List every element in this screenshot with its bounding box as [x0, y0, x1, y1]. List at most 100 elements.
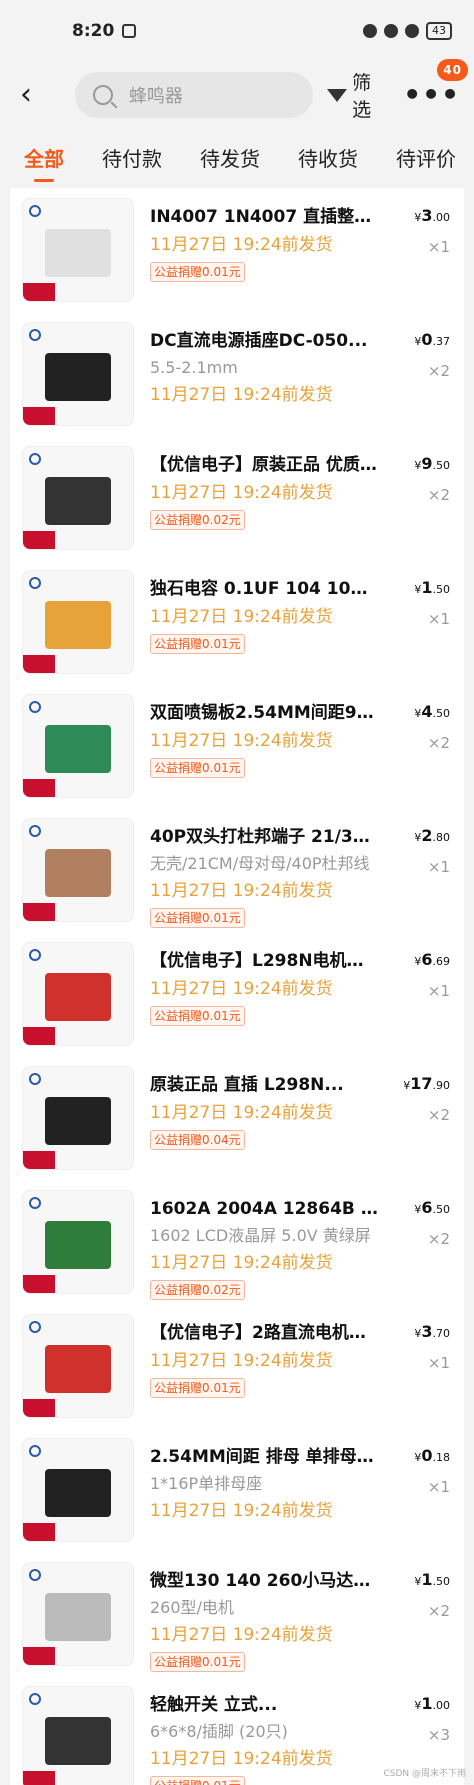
list-item[interactable]: DC直流电源插座DC-050... 5.5-2.1mm 11月27日 19:24前发… — [10, 312, 464, 436]
item-quantity: ×3 — [427, 1726, 450, 1744]
item-ship-time: 11月27日 19:24前发货 — [150, 881, 333, 901]
item-ship-time: 11月27日 19:24前发货 — [150, 1501, 333, 1521]
list-item[interactable]: 原装正品 直插 L298N... 11月27日 19:24前发货 公益捐赠0.04元… — [10, 1056, 464, 1180]
tab-pending-shipment[interactable]: 待发货 — [200, 143, 260, 178]
list-item[interactable]: 微型130 140 260小马达电动... 260型/电机 11月27日 19:24… — [10, 1552, 464, 1676]
item-title[interactable]: 【优信电子】2路直流电机驱动... — [150, 1322, 378, 1344]
product-shape — [45, 601, 111, 649]
donation-badge: 公益捐赠0.01元 — [150, 1652, 245, 1672]
price-decimal: .50 — [432, 459, 451, 472]
item-title[interactable]: 微型130 140 260小马达电动... — [150, 1570, 378, 1592]
list-item[interactable]: 40P双头打杜邦端子 21/30CM... 无壳/21CM/母对母/40P杜邦线 1… — [10, 808, 464, 932]
list-item[interactable]: 【优信电子】L298N电机驱动... 11月27日 19:24前发货 公益捐赠0.0… — [10, 932, 464, 1056]
list-item[interactable]: IN4007 1N4007 直插整流二... 11月27日 19:24前发货公益捐… — [10, 188, 464, 312]
product-image[interactable] — [22, 1686, 134, 1785]
item-info: 40P双头打杜邦端子 21/30CM... 无壳/21CM/母对母/40P杜邦线 1… — [150, 818, 450, 932]
item-ship-time: 11月27日 19:24前发货 — [150, 1103, 333, 1123]
order-item-list: IN4007 1N4007 直插整流二... 11月27日 19:24前发货公益捐… — [10, 188, 464, 1785]
product-image[interactable] — [22, 1438, 134, 1542]
item-quantity: ×1 — [427, 858, 450, 876]
product-image[interactable] — [22, 1066, 134, 1170]
list-item[interactable]: 【优信电子】2路直流电机驱动... 11月27日 19:24前发货 公益捐赠0.01… — [10, 1304, 464, 1428]
filter-label: 筛选 — [352, 72, 372, 121]
price-integer: 6 — [421, 1198, 433, 1217]
tab-pending-receipt[interactable]: 待收货 — [298, 143, 358, 178]
store-tag — [23, 779, 55, 797]
product-image[interactable] — [22, 322, 134, 426]
list-item[interactable]: 双面喷锡板2.54MM间距9*15... 11月27日 19:24前发货公益捐赠0… — [10, 684, 464, 808]
product-image[interactable] — [22, 1562, 134, 1666]
item-title[interactable]: 【优信电子】L298N电机驱动... — [150, 950, 378, 972]
item-info: 【优信电子】2路直流电机驱动... 11月27日 19:24前发货 公益捐赠0.01… — [150, 1314, 450, 1428]
donation-badge: 公益捐赠0.02元 — [150, 510, 245, 530]
item-title[interactable]: 独石电容 0.1UF 104 100NF 5... — [150, 578, 378, 600]
item-title[interactable]: 1602A 2004A 12864B LCD... — [150, 1198, 378, 1220]
list-item[interactable]: 【优信电子】原装正品 优质全... 11月27日 19:24前发货 公益捐赠0.02… — [10, 436, 464, 560]
donation-badge: 公益捐赠0.01元 — [150, 758, 245, 778]
item-ship-time: 11月27日 19:24前发货 — [150, 1625, 333, 1645]
price-decimal: .00 — [432, 211, 451, 224]
store-tag — [23, 903, 55, 921]
tab-pending-payment[interactable]: 待付款 — [102, 143, 162, 178]
price-integer: 3 — [421, 206, 433, 225]
item-title[interactable]: 轻触开关 立式... — [150, 1694, 378, 1716]
item-ship-time: 11月27日 19:24前发货 — [150, 1351, 333, 1371]
price-decimal: .69 — [432, 955, 451, 968]
item-title[interactable]: 双面喷锡板2.54MM间距9*15... — [150, 702, 378, 724]
search-icon — [92, 85, 113, 105]
tab-pending-review[interactable]: 待评价 — [396, 143, 456, 178]
product-shape — [45, 973, 111, 1021]
product-image[interactable] — [22, 818, 134, 922]
item-info: 独石电容 0.1UF 104 100NF 5... 11月27日 19:24前发货… — [150, 570, 450, 684]
item-info: 2.54MM间距 排母 单排母 排针... 1*16P单排母座 11月27日 19:… — [150, 1438, 450, 1552]
price-integer: 1 — [421, 578, 433, 597]
item-ship-time: 11月27日 19:24前发货 — [150, 385, 333, 405]
product-image[interactable] — [22, 446, 134, 550]
list-item[interactable]: 1602A 2004A 12864B LCD... 1602 LCD液晶屏 5.0… — [10, 1180, 464, 1304]
item-title[interactable]: DC直流电源插座DC-050... — [150, 330, 378, 352]
search-input[interactable]: 蜂鸣器 — [74, 72, 314, 118]
product-image[interactable] — [22, 942, 134, 1046]
item-price: ¥17.90 — [403, 1074, 450, 1093]
item-ship-time: 11月27日 19:24前发货 — [150, 731, 333, 751]
filter-button[interactable]: 筛选 — [327, 68, 385, 122]
item-price: ¥1.50 — [414, 1570, 450, 1589]
item-spec: 无壳/21CM/母对母/40P杜邦线 — [150, 854, 370, 873]
price-integer: 3 — [421, 1322, 433, 1341]
item-title[interactable]: IN4007 1N4007 直插整流二... — [150, 206, 378, 228]
item-title[interactable]: 2.54MM间距 排母 单排母 排针... — [150, 1446, 378, 1468]
product-image[interactable] — [22, 198, 134, 302]
item-info: DC直流电源插座DC-050... 5.5-2.1mm 11月27日 19:24前发… — [150, 322, 450, 436]
list-item[interactable]: 独石电容 0.1UF 104 100NF 5... 11月27日 19:24前发货… — [10, 560, 464, 684]
tab-all[interactable]: 全部 — [24, 143, 64, 182]
eye-icon — [363, 24, 377, 38]
price-decimal: .80 — [432, 831, 451, 844]
item-title[interactable]: 40P双头打杜邦端子 21/30CM... — [150, 826, 378, 848]
donation-badge: 公益捐赠0.01元 — [150, 634, 245, 654]
bluetooth-icon — [384, 24, 398, 38]
more-button[interactable]: ••• 40 — [403, 59, 468, 109]
price-decimal: .00 — [432, 1699, 451, 1712]
product-image[interactable] — [22, 570, 134, 674]
price-decimal: .37 — [432, 335, 451, 348]
item-info: IN4007 1N4007 直插整流二... 11月27日 19:24前发货公益捐… — [150, 198, 450, 312]
brand-logo-icon — [29, 701, 41, 713]
item-title[interactable]: 原装正品 直插 L298N... — [150, 1074, 378, 1096]
brand-logo-icon — [29, 1693, 41, 1705]
item-price: ¥0.18 — [414, 1446, 450, 1465]
product-image[interactable] — [22, 1314, 134, 1418]
item-quantity: ×1 — [427, 1354, 450, 1372]
product-image[interactable] — [22, 694, 134, 798]
item-title[interactable]: 【优信电子】原装正品 优质全... — [150, 454, 378, 476]
item-price: ¥6.69 — [414, 950, 450, 969]
item-spec: 6*6*8/插脚 (20只) — [150, 1722, 288, 1741]
watermark: CSDN @周末不下雨 — [383, 1769, 466, 1779]
product-image[interactable] — [22, 1190, 134, 1294]
donation-badge: 公益捐赠0.02元 — [150, 1280, 245, 1300]
battery-icon: 43 — [426, 22, 452, 40]
product-shape — [45, 1593, 111, 1641]
store-tag — [23, 1027, 55, 1045]
list-item[interactable]: 2.54MM间距 排母 单排母 排针... 1*16P单排母座 11月27日 19:… — [10, 1428, 464, 1552]
product-shape — [45, 725, 111, 773]
back-icon[interactable]: ‹ — [20, 80, 57, 110]
